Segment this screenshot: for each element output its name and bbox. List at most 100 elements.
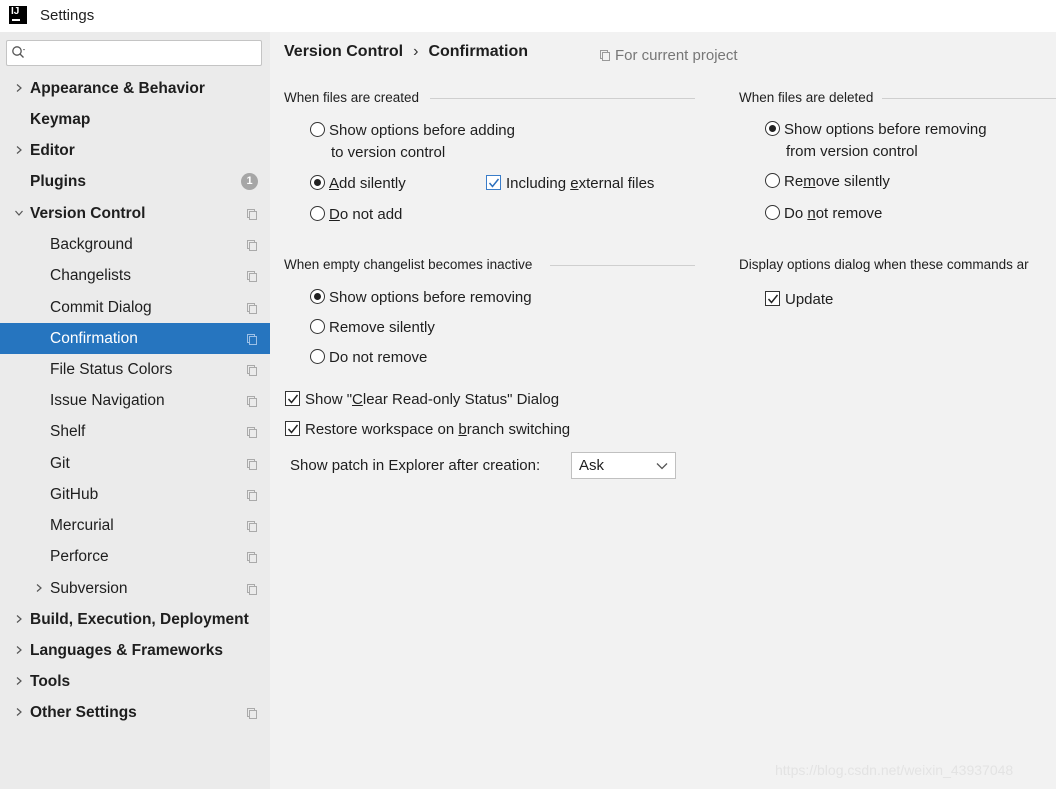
section-title-display-dialog: Display options dialog when these comman… xyxy=(739,257,1037,272)
radio-changelist-do-not-remove[interactable]: Do not remove xyxy=(310,347,427,368)
sidebar-item-other-settings[interactable]: Other Settings xyxy=(0,697,270,728)
checkmark-icon xyxy=(287,424,299,434)
sidebar-item-label: Appearance & Behavior xyxy=(30,80,205,97)
sidebar-item-label: Build, Execution, Deployment xyxy=(30,611,249,628)
search-box[interactable] xyxy=(6,40,262,66)
sidebar-item-perforce[interactable]: Perforce xyxy=(0,541,270,572)
scope-label: For current project xyxy=(600,47,738,64)
sidebar-item-build-execution-deployment[interactable]: Build, Execution, Deployment xyxy=(0,604,270,635)
radio-show-options-before-adding[interactable]: Show options before adding xyxy=(310,120,515,141)
chevron-right-icon xyxy=(16,677,22,685)
radio-checked xyxy=(765,121,780,136)
project-scope-icon xyxy=(247,303,257,314)
patch-select[interactable]: Ask xyxy=(571,452,676,479)
chevron-right-icon xyxy=(16,646,22,654)
sidebar-item-editor[interactable]: Editor xyxy=(0,135,270,166)
radio-unchecked xyxy=(310,319,325,334)
project-scope-icon xyxy=(247,490,257,501)
project-scope-icon xyxy=(247,365,257,376)
sidebar-item-changelists[interactable]: Changelists xyxy=(0,260,270,291)
radio-remove-silently[interactable]: Remove silently xyxy=(765,171,890,192)
radio-do-not-add[interactable]: Do not add xyxy=(310,204,402,225)
sidebar-item-issue-navigation[interactable]: Issue Navigation xyxy=(0,385,270,416)
radio-add-silently[interactable]: Add silently xyxy=(310,173,406,194)
window-title: Settings xyxy=(40,7,95,24)
section-title-files-deleted: When files are deleted xyxy=(739,90,882,105)
sidebar-item-file-status-colors[interactable]: File Status Colors xyxy=(0,354,270,385)
project-scope-icon xyxy=(247,459,257,470)
sidebar-item-confirmation[interactable]: Confirmation xyxy=(0,323,270,354)
project-scope-icon xyxy=(247,552,257,563)
chevron-right-icon xyxy=(16,84,22,92)
breadcrumb-parent[interactable]: Version Control xyxy=(284,43,403,60)
search-icon xyxy=(12,46,25,58)
sidebar-item-keymap[interactable]: Keymap xyxy=(0,104,270,135)
intellij-logo-icon: IJ xyxy=(9,6,27,24)
sidebar-item-label: Subversion xyxy=(50,580,128,597)
sidebar-item-background[interactable]: Background xyxy=(0,229,270,260)
sidebar-item-version-control[interactable]: Version Control xyxy=(0,198,270,229)
breadcrumb-current: Confirmation xyxy=(428,43,528,60)
checkbox-show-clear-readonly-dialog[interactable]: Show "Clear Read-only Status" Dialog xyxy=(285,389,559,410)
sidebar-item-label: Issue Navigation xyxy=(50,392,165,409)
sidebar-item-label: Other Settings xyxy=(30,704,137,721)
sidebar-item-commit-dialog[interactable]: Commit Dialog xyxy=(0,292,270,323)
section-divider xyxy=(882,98,1056,99)
project-scope-icon xyxy=(600,50,610,61)
checkbox-including-external-files[interactable]: Including external files xyxy=(486,173,654,194)
sidebar-item-label: Git xyxy=(50,455,70,472)
sidebar-item-languages-frameworks[interactable]: Languages & Frameworks xyxy=(0,635,270,666)
sidebar-item-github[interactable]: GitHub xyxy=(0,479,270,510)
sidebar-item-label: Version Control xyxy=(30,205,146,222)
sidebar-item-plugins[interactable]: Plugins 1 xyxy=(0,166,270,197)
radio-checked xyxy=(310,289,325,304)
section-title-empty-changelist: When empty changelist becomes inactive xyxy=(284,257,541,272)
chevron-down-icon xyxy=(656,463,668,470)
breadcrumb: Version Control › Confirmation xyxy=(284,43,528,61)
sidebar-item-label: File Status Colors xyxy=(50,361,173,378)
checkbox-checked xyxy=(486,175,501,190)
project-scope-icon xyxy=(247,240,257,251)
radio-do-not-remove[interactable]: Do not remove xyxy=(765,203,882,224)
radio-changelist-remove-silently[interactable]: Remove silently xyxy=(310,317,435,338)
checkbox-checked xyxy=(285,391,300,406)
project-scope-icon xyxy=(247,334,257,345)
sidebar-item-label: Tools xyxy=(30,673,71,690)
project-scope-icon xyxy=(247,271,257,282)
section-title-files-created: When files are created xyxy=(284,90,428,105)
sidebar-item-subversion[interactable]: Subversion xyxy=(0,573,270,604)
checkbox-update[interactable]: Update xyxy=(765,289,833,310)
checkbox-checked xyxy=(765,291,780,306)
sidebar-item-label: Changelists xyxy=(50,267,131,284)
sidebar-item-label: Confirmation xyxy=(50,330,138,347)
sidebar-item-shelf[interactable]: Shelf xyxy=(0,416,270,447)
radio-changelist-show-options[interactable]: Show options before removing xyxy=(310,287,532,308)
checkbox-restore-workspace[interactable]: Restore workspace on branch switching xyxy=(285,419,570,440)
chevron-right-icon xyxy=(16,708,22,716)
checkmark-icon xyxy=(287,394,299,404)
project-scope-icon xyxy=(247,427,257,438)
section-divider xyxy=(430,98,695,99)
radio-label-continuation: to version control xyxy=(331,144,446,161)
sidebar-item-appearance-behavior[interactable]: Appearance & Behavior xyxy=(0,73,270,104)
sidebar-item-mercurial[interactable]: Mercurial xyxy=(0,510,270,541)
radio-checked xyxy=(310,175,325,190)
radio-unchecked xyxy=(765,173,780,188)
patch-select-value: Ask xyxy=(579,457,605,474)
sidebar-item-label: GitHub xyxy=(50,486,99,503)
title-bar: IJ Settings xyxy=(0,0,1056,32)
sidebar-item-label: Plugins xyxy=(30,173,86,190)
settings-sidebar: Appearance & Behavior Keymap Editor Plug… xyxy=(0,32,270,789)
chevron-down-icon xyxy=(15,210,23,216)
search-input[interactable] xyxy=(31,43,256,63)
watermark: https://blog.csdn.net/weixin_43937048 xyxy=(775,762,1014,778)
checkbox-checked xyxy=(285,421,300,436)
radio-show-options-before-removing[interactable]: Show options before removing xyxy=(765,119,987,140)
sidebar-item-tools[interactable]: Tools xyxy=(0,666,270,697)
radio-label-continuation: from version control xyxy=(786,143,918,160)
breadcrumb-separator: › xyxy=(413,43,419,60)
radio-unchecked xyxy=(765,205,780,220)
sidebar-item-git[interactable]: Git xyxy=(0,448,270,479)
project-scope-icon xyxy=(247,396,257,407)
radio-unchecked xyxy=(310,349,325,364)
